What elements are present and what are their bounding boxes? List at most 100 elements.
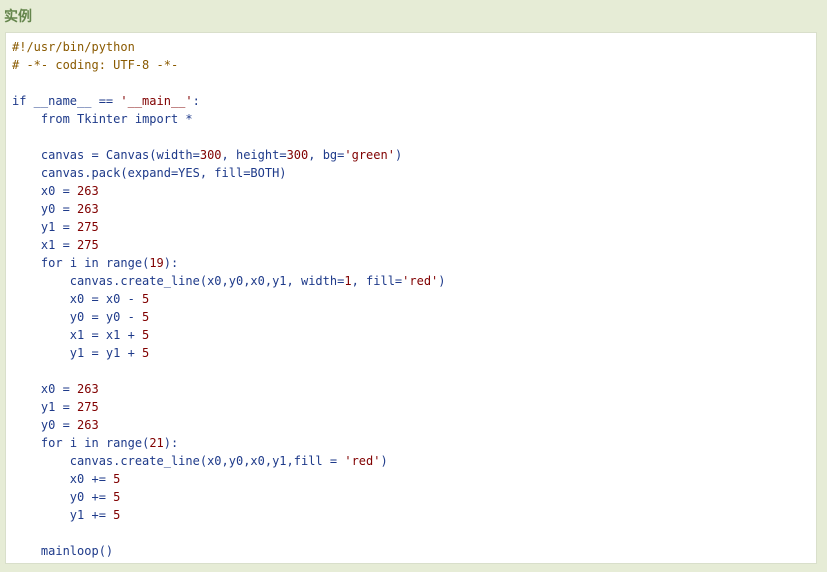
code-token: x0 = xyxy=(12,184,78,198)
code-content: #!/usr/bin/python # -*- coding: UTF-8 -*-… xyxy=(12,38,446,560)
code-line: # -*- coding: UTF-8 -*- xyxy=(12,56,446,74)
code-line: y0 += 5 xyxy=(12,488,446,506)
code-token: '__main__' xyxy=(120,94,193,108)
code-token: , bg= xyxy=(308,148,345,162)
code-token: in xyxy=(84,256,99,270)
code-token: x0 += xyxy=(12,472,114,486)
code-token: y0 = xyxy=(12,202,78,216)
code-line: canvas.create_line(x0,y0,x0,y1,fill = 'r… xyxy=(12,452,446,470)
code-token: 263 xyxy=(77,382,99,396)
code-token: 263 xyxy=(77,184,99,198)
code-token: 1 xyxy=(344,274,352,288)
code-line: x0 = 263 xyxy=(12,182,446,200)
code-token: # -*- coding: UTF-8 -*- xyxy=(12,58,179,72)
code-token: 5 xyxy=(142,310,150,324)
code-line: x0 = x0 - 5 xyxy=(12,290,446,308)
code-line: x0 += 5 xyxy=(12,470,446,488)
code-token: 'green' xyxy=(344,148,395,162)
code-token: y1 += xyxy=(12,508,114,522)
code-line: ​ xyxy=(12,74,446,92)
code-token: 5 xyxy=(113,472,121,486)
code-line: from Tkinter import * xyxy=(12,110,446,128)
code-line: ​ xyxy=(12,524,446,542)
code-token: for xyxy=(40,256,63,270)
code-line: y0 = 263 xyxy=(12,416,446,434)
code-token: canvas.create_line(x0,y0,x0,y1,fill = xyxy=(12,454,345,468)
code-line: y0 = 263 xyxy=(12,200,446,218)
code-token: x0 = xyxy=(12,382,78,396)
code-line: y1 = 275 xyxy=(12,218,446,236)
code-token: : xyxy=(192,94,200,108)
code-token: 275 xyxy=(77,238,99,252)
code-token: ): xyxy=(163,436,179,450)
code-token: 5 xyxy=(142,328,150,342)
code-line: canvas.create_line(x0,y0,x0,y1, width=1,… xyxy=(12,272,446,290)
code-line: canvas.pack(expand=YES, fill=BOTH) xyxy=(12,164,446,182)
code-token: canvas.create_line(x0,y0,x0,y1, width= xyxy=(12,274,345,288)
code-line: x1 = x1 + 5 xyxy=(12,326,446,344)
code-token: 'red' xyxy=(402,274,439,288)
code-token: 300 xyxy=(199,148,222,162)
code-token: y1 = y1 + xyxy=(12,346,143,360)
code-token: from xyxy=(40,112,70,126)
code-line: ​ xyxy=(12,362,446,380)
code-token: 5 xyxy=(113,508,121,522)
code-token: for xyxy=(40,436,63,450)
code-token: 5 xyxy=(142,292,150,306)
code-token: x1 = xyxy=(12,238,78,252)
code-token: y0 = xyxy=(12,418,78,432)
code-token: Tkinter xyxy=(69,112,135,126)
code-token: if xyxy=(12,94,27,108)
code-token: 263 xyxy=(77,418,99,432)
code-token: in xyxy=(84,436,99,450)
code-token: 300 xyxy=(286,148,309,162)
code-token: 19 xyxy=(149,256,164,270)
code-token: range( xyxy=(98,436,150,450)
code-token: i xyxy=(62,256,85,270)
code-token: i xyxy=(62,436,85,450)
code-line: #!/usr/bin/python xyxy=(12,38,446,56)
code-token: canvas = Canvas(width= xyxy=(12,148,200,162)
code-line: y1 += 5 xyxy=(12,506,446,524)
code-token: ): xyxy=(163,256,179,270)
code-token: , height= xyxy=(221,148,287,162)
code-line: mainloop() xyxy=(12,542,446,560)
code-line: y1 = y1 + 5 xyxy=(12,344,446,362)
code-token: 275 xyxy=(77,400,99,414)
code-line: canvas = Canvas(width=300, height=300, b… xyxy=(12,146,446,164)
code-token: x1 = x1 + xyxy=(12,328,143,342)
code-token: ) xyxy=(394,148,403,162)
code-token: 275 xyxy=(77,220,99,234)
code-token: , fill= xyxy=(351,274,403,288)
code-token: 263 xyxy=(77,202,99,216)
code-line: y1 = 275 xyxy=(12,398,446,416)
code-token: 5 xyxy=(142,346,150,360)
code-line: ​ xyxy=(12,128,446,146)
code-token: __name__ == xyxy=(26,94,121,108)
code-token: y1 = xyxy=(12,220,78,234)
example-title: 实例 xyxy=(4,9,32,25)
code-token: * xyxy=(178,112,193,126)
code-token: 5 xyxy=(113,490,121,504)
code-token: y1 = xyxy=(12,400,78,414)
code-token: #!/usr/bin/python xyxy=(12,40,135,54)
code-token: 'red' xyxy=(344,454,381,468)
code-token: range( xyxy=(98,256,150,270)
code-line: if __name__ == '__main__': xyxy=(12,92,446,110)
code-line: x0 = 263 xyxy=(12,380,446,398)
code-line: y0 = y0 - 5 xyxy=(12,308,446,326)
code-token: y0 = y0 - xyxy=(12,310,143,324)
code-token: 21 xyxy=(149,436,164,450)
code-line: x1 = 275 xyxy=(12,236,446,254)
code-token: ) xyxy=(438,274,446,288)
code-line: for i in range(19): xyxy=(12,254,446,272)
code-token: mainloop() xyxy=(12,544,114,558)
code-token: y0 += xyxy=(12,490,114,504)
code-block[interactable]: #!/usr/bin/python # -*- coding: UTF-8 -*-… xyxy=(5,32,817,564)
code-token: canvas.pack(expand=YES, fill=BOTH) xyxy=(12,166,287,180)
code-token: import xyxy=(134,112,179,126)
code-token: x0 = x0 - xyxy=(12,292,143,306)
